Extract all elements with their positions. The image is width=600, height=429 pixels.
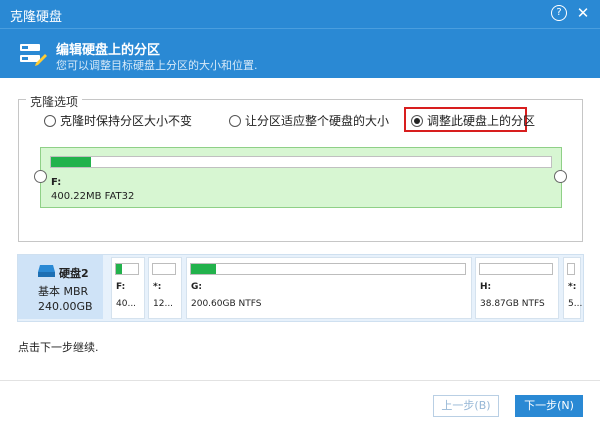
clone-options-title: 克隆选项	[26, 93, 83, 110]
partition-size: 200.60GB NTFS	[191, 299, 262, 309]
partition-size: 12...	[153, 299, 174, 309]
partition-size: 400.22MB FAT32	[51, 191, 135, 202]
partition-fill	[191, 264, 216, 274]
partition-bar	[152, 263, 176, 275]
radio-fit-disk[interactable]: 让分区适应整个硬盘的大小	[229, 112, 389, 129]
radio-button[interactable]	[229, 114, 241, 127]
disk-partition-unallocated-1[interactable]: *: 12...	[148, 257, 182, 319]
radio-label: 调整此硬盘上的分区	[427, 114, 536, 128]
partition-bar	[479, 263, 553, 275]
radio-label: 让分区适应整个硬盘的大小	[245, 114, 390, 128]
partition-label: H:	[480, 282, 492, 292]
disk-name: 硬盘2	[59, 267, 89, 280]
disk-edit-icon	[18, 41, 48, 70]
resize-handle-left[interactable]	[34, 170, 47, 183]
radio-edit-partitions[interactable]: 调整此硬盘上的分区	[411, 112, 535, 129]
disk-partition-h[interactable]: H: 38.87GB NTFS	[475, 257, 559, 319]
partition-label: G:	[191, 282, 202, 292]
partition-label: F:	[51, 177, 62, 188]
partition-bar	[115, 263, 139, 275]
help-icon[interactable]: ?	[551, 5, 567, 21]
resize-handle-right[interactable]	[554, 170, 567, 183]
partition-usage-bar	[50, 156, 552, 168]
radio-button[interactable]	[44, 114, 56, 127]
hint-text: 点击下一步继续.	[18, 341, 99, 354]
wizard-header: 编辑硬盘上的分区 您可以调整目标硬盘上分区的大小和位置.	[0, 28, 600, 78]
title-bar: 克隆硬盘 ? ✕	[0, 0, 600, 28]
disk-icon	[37, 264, 56, 281]
partition-bar	[567, 263, 575, 275]
radio-button-selected[interactable]	[411, 114, 423, 127]
partition-label: *:	[568, 282, 577, 292]
partition-size: 5...	[568, 299, 583, 309]
disk-partition-g[interactable]: G: 200.60GB NTFS	[186, 257, 472, 319]
window-title: 克隆硬盘	[10, 10, 63, 25]
partition-size: 40...	[116, 299, 137, 309]
partition-label: F:	[116, 282, 126, 292]
next-button[interactable]: 下一步(N)	[515, 395, 583, 417]
footer-divider	[0, 380, 600, 381]
header-subtitle: 您可以调整目标硬盘上分区的大小和位置.	[56, 59, 258, 72]
partition-fill	[116, 264, 122, 274]
prev-button[interactable]: 上一步(B)	[433, 395, 499, 417]
partition-bar	[190, 263, 466, 275]
radio-label: 克隆时保持分区大小不变	[60, 114, 193, 128]
close-icon[interactable]: ✕	[575, 5, 591, 21]
radio-keep-size[interactable]: 克隆时保持分区大小不变	[44, 112, 192, 129]
header-title: 编辑硬盘上的分区	[56, 43, 161, 58]
partition-size: 38.87GB NTFS	[480, 299, 545, 309]
disk-size: 240.00GB	[38, 300, 93, 313]
disk-partition-f[interactable]: F: 40...	[111, 257, 145, 319]
partition-used-fill	[51, 157, 91, 167]
disk-type: 基本 MBR	[38, 285, 89, 298]
disk-partition-unallocated-2[interactable]: *: 5...	[563, 257, 583, 319]
partition-label: *:	[153, 282, 162, 292]
